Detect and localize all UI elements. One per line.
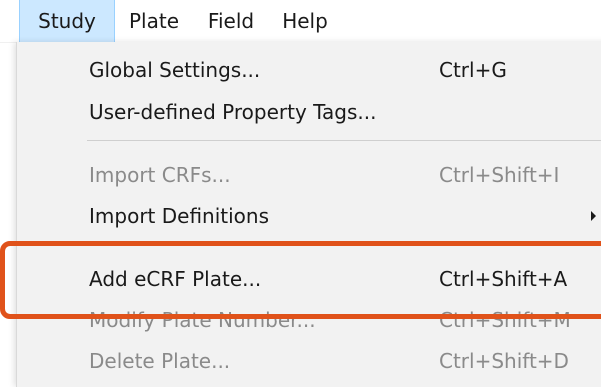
menu-item-global-settings[interactable]: Global Settings... Ctrl+G [17,52,601,88]
menu-item-label: Add eCRF Plate... [89,267,262,291]
menu-item-modify-plate-number: Modify Plate Number... Ctrl+Shift+M [17,302,601,338]
menu-item-shortcut: Ctrl+Shift+M [439,308,571,332]
menu-item-label: Modify Plate Number... [89,308,316,332]
menu-field[interactable]: Field [194,0,268,42]
menu-item-label: User-defined Property Tags... [89,100,377,124]
menu-item-user-defined-property-tags[interactable]: User-defined Property Tags... [17,94,601,130]
menu-item-shortcut: Ctrl+Shift+A [439,267,568,291]
menu-plate[interactable]: Plate [118,0,190,42]
menu-item-add-ecrf-plate[interactable]: Add eCRF Plate... Ctrl+Shift+A [17,261,601,297]
menu-item-label: Import Definitions [89,204,269,228]
menu-item-shortcut: Ctrl+G [439,58,507,82]
menu-item-delete-plate: Delete Plate... Ctrl+Shift+D [17,343,601,379]
menu-item-shortcut: Ctrl+Shift+D [439,349,569,373]
menu-item-label: Global Settings... [89,58,261,82]
menu-item-label: Import CRFs... [89,163,231,187]
menu-item-import-definitions[interactable]: Import Definitions [17,198,601,234]
menu-separator [87,140,601,141]
submenu-arrow-icon [591,211,596,221]
menu-item-label: Delete Plate... [89,349,231,373]
menu-item-import-crfs: Import CRFs... Ctrl+Shift+I [17,157,601,193]
study-dropdown-menu: Global Settings... Ctrl+G User-defined P… [16,42,601,387]
menu-bar: Study Plate Field Help [0,0,601,43]
menu-item-shortcut: Ctrl+Shift+I [439,163,560,187]
menu-separator [87,244,601,245]
app-window: Study Plate Field Help Global Settings..… [0,0,601,387]
menu-help[interactable]: Help [272,0,338,42]
menu-study[interactable]: Study [19,0,115,43]
